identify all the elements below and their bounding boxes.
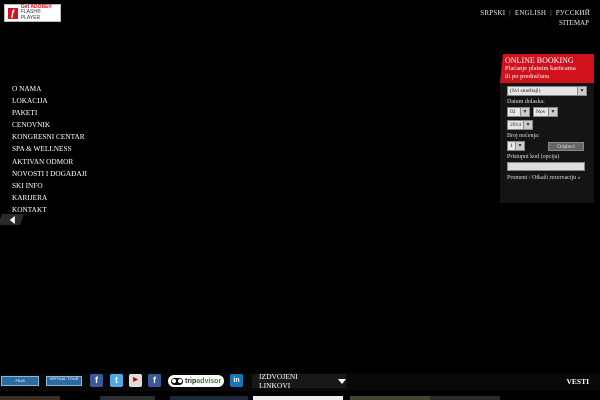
twitter-icon[interactable]: t [110,374,123,387]
flash-badge-line-2: FLASH® PLAYER [20,9,41,21]
booking-subtitle-1: Plaćanje platnim karticama [505,65,576,72]
menu-item-aktivan-odmor[interactable]: AKTIVAN ODMOR [0,156,110,168]
nights-row: 1 Odaberi [507,141,587,151]
news-link[interactable]: VESTI [566,377,589,386]
menu-item-o-nama[interactable]: O NAMA [0,83,110,95]
property-select[interactable]: (Svi smeštaji) [507,86,587,96]
access-code-input[interactable] [507,162,585,171]
menu-collapse-button[interactable] [0,214,25,225]
booking-title: ONLINE BOOKING [505,56,574,65]
featured-links-dropdown[interactable]: IZDVOJENI LINKOVI [252,372,346,390]
language-switcher: SRPSKI | ENGLISH | РУССКИЙ [480,9,590,17]
menu-item-karijera[interactable]: KARIJERA [0,192,110,204]
menu-item-novosti[interactable]: NOVOSTI I DOGAĐAJI [0,168,110,180]
booking-widget: ONLINE BOOKING Plaćanje platnim karticam… [500,54,594,203]
arrival-date-row: 02 Nov [507,107,587,117]
menu-item-ski-info[interactable]: SKI INFO [0,180,110,192]
main-menu: O NAMA LOKACIJA PAKETI CENOVNIK KONGRESN… [0,83,110,216]
thumbnail-strip [0,396,60,400]
menu-item-spa-wellness[interactable]: SPA & WELLNESS [0,143,110,155]
linkedin-icon[interactable]: in [230,374,243,387]
menu-item-cenovnik[interactable]: CENOVNIK [0,119,110,131]
menu-item-label: NOVOSTI I DOGAĐAJI [12,168,87,178]
thumbnail-strip [430,396,500,400]
menu-item-label: KARIJERA [12,192,48,202]
menu-item-label: SKI INFO [12,180,43,190]
lang-divider: | [509,9,511,17]
facebook-icon[interactable]: f [148,374,161,387]
tripadvisor-owl-icon [171,377,183,385]
chevron-down-icon [338,378,346,384]
lang-divider: | [550,9,552,17]
change-cancel-reservation-link[interactable]: Promeni / Otkaži rezervaciju » [507,175,587,181]
thumbnail-strip [100,396,155,400]
menu-item-label: KONGRESNI CENTAR [12,132,85,142]
year-row: 2014 [507,120,587,130]
booking-header: ONLINE BOOKING Plaćanje platnim karticam… [500,54,594,83]
facebook-icon[interactable]: f [90,374,103,387]
select-button[interactable]: Odaberi [548,141,584,151]
menu-item-kongresni-centar[interactable]: KONGRESNI CENTAR [0,131,110,143]
lang-serbian[interactable]: SRPSKI [480,9,505,17]
lang-english[interactable]: ENGLISH [515,9,546,17]
thumbnail-strip [350,396,430,400]
booking-form: (Svi smeštaji) Datum dolaska: 02 Nov 201… [500,83,594,203]
menu-item-label: O NAMA [12,84,42,93]
arrival-label: Datum dolaska: [507,99,545,105]
flash-badge-text: Get ADOBE® FLASH® PLAYER [20,4,57,22]
thumbnail-strip [170,396,248,400]
menu-item-paketi[interactable]: PAKETI [0,107,110,119]
booking-subtitle-2: ili po predračunu [505,72,550,80]
film-button[interactable]: FILM [1,376,39,386]
menu-item-label: LOKACIJA [12,96,48,106]
nights-label: Broj noćenja: [507,133,540,139]
tripadvisor-logo-text: tripadvisor [185,378,221,385]
arrow-left-icon [9,215,15,224]
year-select[interactable]: 2014 [507,120,533,130]
sitemap-link[interactable]: SITEMAP [559,19,589,27]
youtube-icon[interactable]: ▶ [129,374,142,387]
menu-item-label: AKTIVAN ODMOR [12,156,74,166]
menu-item-label: SPA & WELLNESS [12,144,72,154]
month-select[interactable]: Nov [533,107,558,117]
menu-item-label: KONTAKT [12,204,47,214]
flash-icon: ƒ [8,7,18,19]
nights-select[interactable]: 1 [507,141,525,151]
menu-item-label: PAKETI [12,108,38,118]
virtual-tour-button[interactable]: VIRTUAL TOUR [46,376,82,386]
tripadvisor-text-1: trip [185,377,197,385]
tripadvisor-badge[interactable]: tripadvisor [168,375,224,387]
day-select[interactable]: 02 [507,107,530,117]
lang-russian[interactable]: РУССКИЙ [556,9,590,17]
get-flash-player-badge[interactable]: ƒ Get ADOBE® FLASH® PLAYER [4,4,61,22]
featured-links-label: IZDVOJENI LINKOVI [259,372,298,390]
menu-item-label: CENOVNIK [12,120,51,130]
access-code-label: Pristupni kod (opcija) [507,154,560,160]
thumbnail-strip [253,396,343,400]
tripadvisor-text-2: advisor [196,377,222,385]
menu-item-lokacija[interactable]: LOKACIJA [0,95,110,107]
